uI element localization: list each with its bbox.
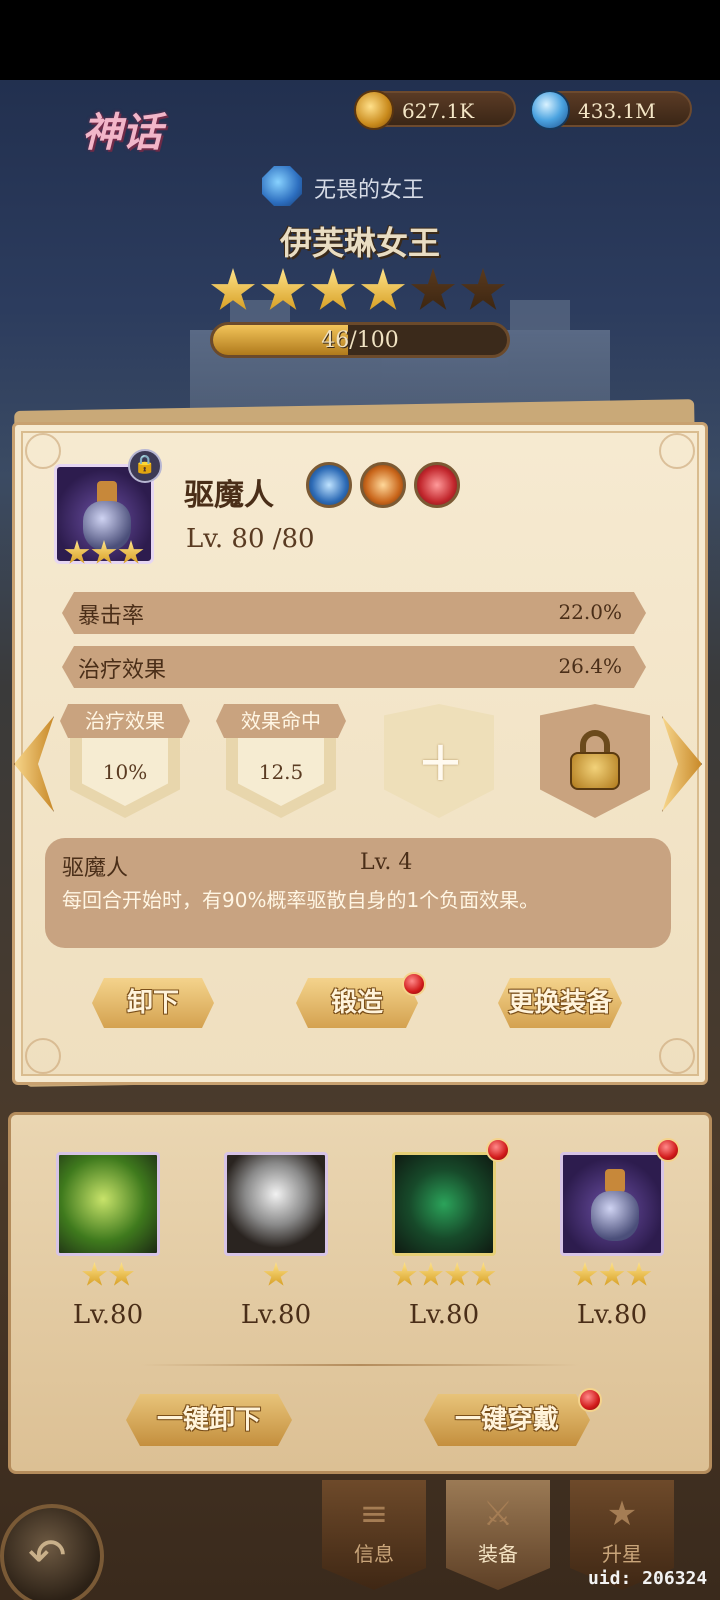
star-icon <box>572 1262 598 1286</box>
hero-name: 伊芙琳女王 <box>279 224 440 262</box>
emerald-crown-icon <box>392 1152 496 1256</box>
skill-level: Lv. 4 <box>360 850 413 875</box>
shard-progress-text: 46/100 <box>321 328 399 353</box>
gem-slot-1[interactable]: 治疗效果 10% <box>60 704 190 818</box>
star-icon <box>418 1262 443 1286</box>
padlock-icon <box>568 730 622 790</box>
plus-icon: + <box>417 729 464 794</box>
equipment-star-rating <box>392 1262 496 1288</box>
fire-spear-icon[interactable] <box>360 462 406 508</box>
star-up-icon: ★ <box>606 1494 638 1534</box>
stat-name: 治疗效果 <box>78 658 167 683</box>
ornament-corner <box>25 433 61 469</box>
change-equipment-button[interactable]: 更换装备 <box>498 978 622 1028</box>
potion-icon <box>560 1152 664 1256</box>
star-icon <box>410 268 456 310</box>
star-icon <box>91 540 117 564</box>
forge-button[interactable]: 锻造 <box>296 978 418 1028</box>
gem-slot-label: 治疗效果 <box>60 704 190 738</box>
equipment-level: Lv.80 <box>576 1300 648 1330</box>
green-orb-icon <box>56 1152 160 1256</box>
skill-description: 每回合开始时，有90%概率驱散自身的1个负面效果。 <box>62 888 540 912</box>
equipment-level: Lv.80 <box>72 1300 144 1330</box>
tab-label: 信息 <box>354 1542 394 1566</box>
gem-currency[interactable]: 433.1M <box>530 90 692 130</box>
user-id: uid: 206324 <box>588 1568 708 1589</box>
item-level: Lv. 80 /80 <box>186 524 315 554</box>
notification-dot <box>402 972 426 996</box>
equipment-star-rating <box>224 1262 328 1288</box>
gem-slot-label: 效果命中 <box>216 704 346 738</box>
shard-progress-bar: 46/100 <box>210 322 510 358</box>
tab-info[interactable]: ≡ 信息 <box>322 1480 426 1590</box>
crossed-swords-icon: ⚔ <box>482 1494 514 1534</box>
tab-label: 升星 <box>602 1542 642 1566</box>
star-icon <box>460 268 506 310</box>
equip-all-button[interactable]: 一键穿戴 <box>424 1394 590 1446</box>
stat-value: 26.4% <box>558 654 622 678</box>
star-icon <box>263 1262 289 1286</box>
item-name: 驱魔人 <box>184 478 274 513</box>
faction-icon <box>262 166 302 206</box>
star-icon <box>392 1262 417 1286</box>
back-arrow-icon: ↶ <box>28 1528 67 1582</box>
gem-slot-value: 12.5 <box>258 760 304 784</box>
rarity-title: 神话 <box>82 109 162 156</box>
gold-coin-icon <box>354 90 394 130</box>
star-icon <box>360 268 406 310</box>
gem-slot-locked[interactable] <box>530 704 660 818</box>
star-icon <box>210 268 256 310</box>
blue-emblem-icon[interactable] <box>306 462 352 508</box>
gem-slot-empty[interactable]: + <box>374 704 504 818</box>
notification-dot <box>578 1388 602 1412</box>
star-icon <box>118 540 144 564</box>
notification-dot <box>486 1138 510 1162</box>
item-star-rating <box>64 540 144 566</box>
helmet-icon <box>224 1152 328 1256</box>
gem-value: 433.1M <box>578 99 656 123</box>
equipment-star-rating <box>56 1262 160 1288</box>
hero-subtitle: 无畏的女王 <box>314 178 425 203</box>
gold-currency[interactable]: 627.1K <box>354 90 516 130</box>
star-icon <box>471 1262 496 1286</box>
star-icon <box>626 1262 652 1286</box>
stat-row: 暴击率 22.0% <box>62 592 646 634</box>
equipment-level: Lv.80 <box>408 1300 480 1330</box>
gem-slot-2[interactable]: 效果命中 12.5 <box>216 704 346 818</box>
tab-label: 装备 <box>478 1542 518 1566</box>
blue-orb-icon <box>530 90 570 130</box>
tab-equip[interactable]: ⚔ 装备 <box>446 1480 550 1590</box>
skill-name: 驱魔人 <box>62 856 129 881</box>
unequip-all-button[interactable]: 一键卸下 <box>126 1394 292 1446</box>
hero-star-rating <box>210 268 510 318</box>
unequip-button[interactable]: 卸下 <box>92 978 214 1028</box>
star-icon <box>445 1262 470 1286</box>
back-button[interactable]: ↶ <box>0 1504 104 1600</box>
star-icon <box>599 1262 625 1286</box>
info-scroll-icon: ≡ <box>359 1494 389 1534</box>
star-icon <box>260 268 306 310</box>
stat-row: 治疗效果 26.4% <box>62 646 646 688</box>
notification-dot <box>656 1138 680 1162</box>
ornament-corner <box>25 1038 61 1074</box>
equipment-level: Lv.80 <box>240 1300 312 1330</box>
item-lock-icon[interactable]: 🔒 <box>128 449 162 483</box>
gem-slot-value: 10% <box>102 760 148 784</box>
star-icon <box>310 268 356 310</box>
ornament-divider <box>140 1364 580 1366</box>
ornament-corner <box>659 433 695 469</box>
red-shield-icon[interactable] <box>414 462 460 508</box>
stat-name: 暴击率 <box>78 604 145 629</box>
equipment-star-rating <box>560 1262 664 1288</box>
gold-value: 627.1K <box>402 99 475 123</box>
star-icon <box>64 540 90 564</box>
ornament-corner <box>659 1038 695 1074</box>
star-icon <box>109 1262 134 1286</box>
star-icon <box>82 1262 107 1286</box>
stat-value: 22.0% <box>558 600 622 624</box>
